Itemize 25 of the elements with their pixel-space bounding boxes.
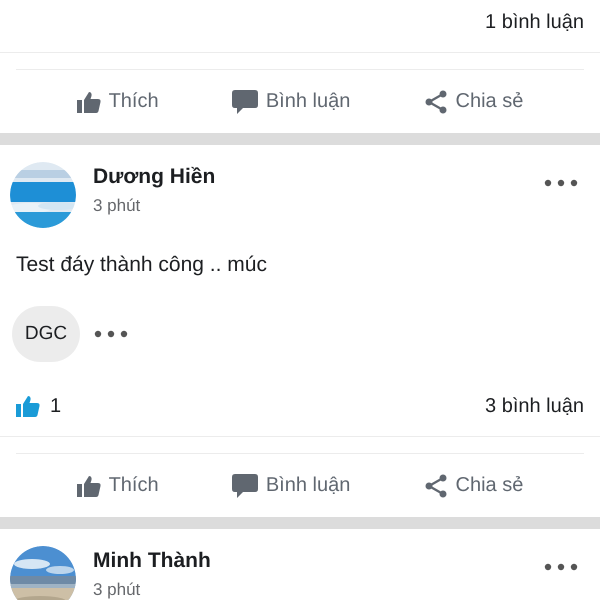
reaction-chip[interactable]: DGC [12, 306, 80, 362]
share-icon [424, 90, 448, 114]
thumbs-up-icon [76, 90, 101, 112]
comment-count[interactable]: 1 bình luận [485, 10, 584, 34]
share-button[interactable]: Chia sẻ [416, 84, 532, 120]
post-text: Test đáy thành công .. múc [16, 252, 268, 278]
speech-bubble-icon [232, 474, 258, 498]
like-count: 1 [50, 394, 62, 418]
more-options-icon[interactable] [94, 330, 128, 338]
speech-bubble-icon [232, 90, 258, 114]
author-name[interactable]: Dương Hiền [93, 164, 527, 190]
like-button[interactable]: Thích [68, 468, 167, 503]
share-button[interactable]: Chia sẻ [416, 468, 532, 504]
post-time[interactable]: 3 phút [93, 196, 527, 215]
post-time[interactable]: 3 phút [93, 580, 527, 599]
share-icon [424, 474, 448, 498]
like-button[interactable]: Thích [68, 84, 167, 119]
more-options-icon[interactable] [544, 563, 578, 571]
comment-button[interactable]: Bình luận [224, 84, 358, 120]
thumbs-up-icon [16, 395, 40, 417]
comment-button[interactable]: Bình luận [224, 468, 358, 504]
comment-count[interactable]: 3 bình luận [485, 394, 584, 418]
author-name[interactable]: Minh Thành [93, 548, 527, 574]
thumbs-up-icon [76, 474, 101, 496]
more-options-icon[interactable] [544, 179, 578, 187]
